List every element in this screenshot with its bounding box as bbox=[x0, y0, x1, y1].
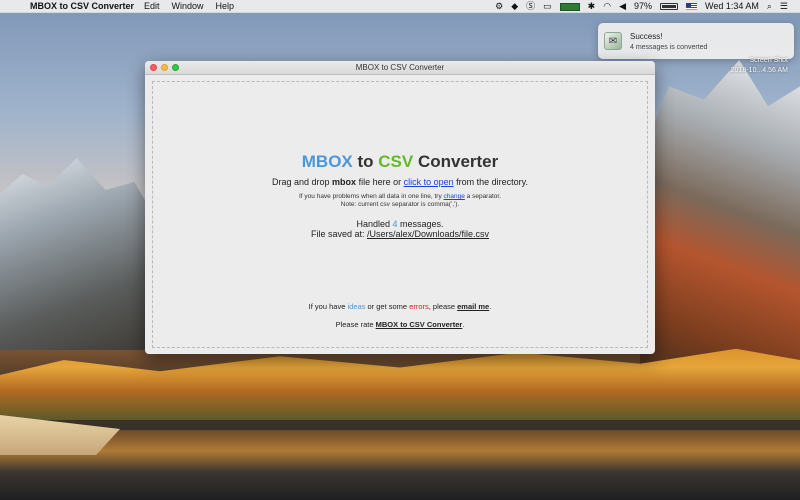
skype-icon[interactable]: Ⓢ bbox=[526, 0, 535, 13]
headline-converter: Converter bbox=[413, 152, 499, 171]
feedback-p2: or get some bbox=[365, 302, 410, 311]
separator-note-prefix: If you have problems when all data in on… bbox=[299, 193, 444, 200]
gear-icon[interactable]: ⚙ bbox=[495, 0, 503, 13]
screenshot-label-line2: 2018-10...4.56 AM bbox=[730, 67, 788, 74]
volume-icon[interactable]: ◀ bbox=[619, 0, 626, 13]
email-me-link[interactable]: email me bbox=[457, 302, 489, 311]
battery-icon[interactable] bbox=[660, 3, 678, 10]
app-notification-icon: ✉ bbox=[604, 32, 622, 50]
feedback-line: If you have ideas or get some errors, pl… bbox=[153, 302, 647, 311]
menu-help[interactable]: Help bbox=[216, 1, 235, 11]
drop-zone[interactable]: MBOX to CSV Converter Drag and drop mbox… bbox=[152, 81, 648, 348]
wallpaper-lake bbox=[0, 430, 800, 500]
wallpaper-mountain-left bbox=[0, 158, 160, 350]
separator-note-line1: If you have problems when all data in on… bbox=[153, 193, 647, 201]
instruction-prefix: Drag and drop bbox=[272, 177, 333, 187]
zoom-button[interactable] bbox=[172, 64, 179, 71]
handled-prefix: Handled bbox=[356, 219, 393, 229]
window-titlebar[interactable]: MBOX to CSV Converter bbox=[145, 61, 655, 75]
handled-suffix: messages. bbox=[397, 219, 444, 229]
headline-mbox: MBOX bbox=[301, 152, 353, 171]
instruction-suffix: from the directory. bbox=[453, 177, 528, 187]
notification-title: Success! bbox=[630, 31, 663, 41]
headline-to: to bbox=[352, 152, 379, 171]
menu-bar: MBOX to CSV Converter Edit Window Help ⚙… bbox=[0, 0, 800, 13]
menu-window[interactable]: Window bbox=[172, 1, 204, 11]
minimize-button[interactable] bbox=[161, 64, 168, 71]
notification-center-icon[interactable]: ☰ bbox=[780, 0, 788, 13]
bluetooth-icon[interactable]: ✱ bbox=[588, 0, 596, 13]
desktop-screenshot-file[interactable]: Screen Shot 2018-10...4.56 AM bbox=[731, 56, 788, 76]
rate-suffix: . bbox=[462, 320, 465, 329]
handled-count-line: Handled 4 messages. bbox=[153, 219, 647, 229]
dropbox-icon[interactable]: ◆ bbox=[511, 0, 518, 13]
wifi-icon[interactable]: ◠ bbox=[603, 0, 611, 13]
feedback-p1: If you have bbox=[308, 302, 348, 311]
converter-headline: MBOX to CSV Converter bbox=[153, 152, 647, 172]
notification-banner[interactable]: ✉ Success! 4 messages is converted bbox=[598, 23, 794, 59]
window-title: MBOX to CSV Converter bbox=[355, 63, 445, 72]
separator-note: If you have problems when all data in on… bbox=[153, 193, 647, 209]
input-source-flag-icon[interactable] bbox=[686, 3, 697, 10]
activity-meter-icon[interactable] bbox=[559, 2, 580, 11]
change-separator-link[interactable]: change bbox=[444, 193, 465, 200]
rate-line: Please rate MBOX to CSV Converter. bbox=[153, 320, 647, 329]
battery-percent[interactable]: 97% bbox=[634, 0, 652, 13]
menu-edit[interactable]: Edit bbox=[144, 1, 160, 11]
menu-clock[interactable]: Wed 1:34 AM bbox=[705, 0, 759, 13]
rate-app-link[interactable]: MBOX to CSV Converter bbox=[376, 320, 463, 329]
click-to-open-link[interactable]: click to open bbox=[404, 177, 454, 187]
menu-app-name[interactable]: MBOX to CSV Converter bbox=[30, 1, 134, 11]
feedback-p3: , please bbox=[428, 302, 458, 311]
close-button[interactable] bbox=[150, 64, 157, 71]
ideas-text: ideas bbox=[347, 302, 366, 311]
saved-path-line: File saved at: /Users/alex/Downloads/fil… bbox=[153, 229, 647, 239]
instruction-mbox: mbox bbox=[332, 177, 357, 187]
display-icon[interactable]: ▭ bbox=[543, 0, 552, 13]
feedback-p4: . bbox=[489, 302, 492, 311]
saved-prefix: File saved at: bbox=[310, 229, 367, 239]
saved-file-path-link[interactable]: /Users/alex/Downloads/file.csv bbox=[367, 229, 489, 239]
headline-csv: CSV bbox=[378, 152, 414, 171]
traffic-lights bbox=[150, 64, 179, 71]
drop-instruction: Drag and drop mbox file here or click to… bbox=[153, 177, 647, 187]
spotlight-search-icon[interactable]: ⌕ bbox=[767, 0, 772, 13]
conversion-status: Handled 4 messages. File saved at: /User… bbox=[153, 219, 647, 239]
errors-text: errors bbox=[409, 302, 429, 311]
separator-note-line2: Note: current csv separator is comma(','… bbox=[340, 201, 460, 208]
screenshot-label-line1: Screen Shot bbox=[749, 57, 788, 64]
separator-note-suffix: a separator. bbox=[464, 193, 501, 200]
notification-body: 4 messages is converted bbox=[630, 43, 708, 51]
rate-prefix: Please rate bbox=[335, 320, 376, 329]
wallpaper-mountain-right bbox=[640, 60, 800, 390]
instruction-middle: file here or bbox=[356, 177, 404, 187]
notification-content: Success! 4 messages is converted bbox=[630, 32, 707, 51]
menu-extras: ⚙ ◆ Ⓢ ▭ ✱ ◠ ◀ 97% Wed 1:34 AM ⌕ ☰ bbox=[495, 0, 788, 13]
app-window: MBOX to CSV Converter MBOX to CSV Conver… bbox=[145, 61, 655, 354]
